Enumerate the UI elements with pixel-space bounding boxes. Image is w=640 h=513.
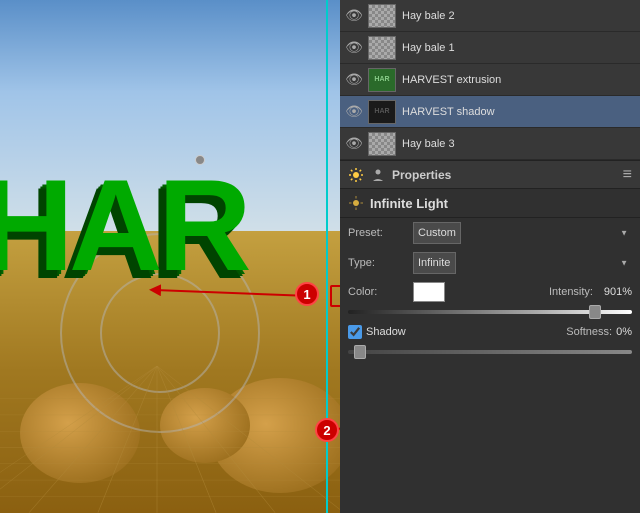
properties-title-row: Properties — [348, 167, 451, 183]
preset-row: Preset: Custom — [340, 218, 640, 248]
layer-row-haybale1[interactable]: 👁 Hay bale 1 — [340, 32, 640, 64]
color-row: Color: Intensity: 901% — [340, 278, 640, 306]
infinite-light-label: Infinite Light — [370, 196, 448, 211]
layer-row-haybale2[interactable]: 👁 Hay bale 2 — [340, 0, 640, 32]
layer-name-harvest-extrusion: HARVEST extrusion — [402, 74, 501, 86]
intensity-slider-row — [340, 306, 640, 318]
right-panel: 👁 Hay bale 2 👁 Hay bale 1 👁 HAR HARVEST … — [340, 0, 640, 513]
layer-visibility-harvest-extrusion[interactable]: 👁 — [344, 70, 364, 90]
layer-visibility-haybale1[interactable]: 👁 — [344, 38, 364, 58]
preset-label: Preset: — [348, 227, 413, 239]
layer-thumb-haybale1 — [368, 36, 396, 60]
ground-grid — [0, 366, 340, 513]
type-label: Type: — [348, 257, 413, 269]
infinite-light-title: Infinite Light — [340, 189, 640, 218]
layer-thumb-harvest-shadow: HAR — [368, 100, 396, 124]
layer-name-haybale3: Hay bale 3 — [402, 138, 455, 150]
person-icon — [370, 167, 386, 183]
sun-icon — [348, 167, 364, 183]
main-container: HAR 1 2 — [0, 0, 640, 513]
color-label: Color: — [348, 286, 413, 298]
intensity-slider-thumb[interactable] — [589, 305, 601, 319]
properties-header: Properties ≡ — [340, 161, 640, 189]
softness-row: Softness: 0% — [566, 326, 632, 338]
type-row: Type: Infinite — [340, 248, 640, 278]
softness-slider-row — [340, 346, 640, 358]
layer-name-haybale2: Hay bale 2 — [402, 10, 455, 22]
annotation-badge-1: 1 — [295, 282, 319, 306]
layer-row-harvest-shadow[interactable]: 👁 HAR HARVEST shadow — [340, 96, 640, 128]
intensity-label: Intensity: — [549, 286, 593, 298]
canvas-3d-text: HAR — [0, 150, 247, 300]
layer-visibility-harvest-shadow[interactable]: 👁 — [344, 102, 364, 122]
layers-panel: 👁 Hay bale 2 👁 Hay bale 1 👁 HAR HARVEST … — [340, 0, 640, 160]
shadow-highlight-box — [330, 285, 340, 307]
type-select-wrapper: Infinite — [413, 252, 632, 274]
softness-value: 0% — [616, 326, 632, 338]
shadow-label-text: Shadow — [366, 326, 406, 338]
intensity-value: 901% — [597, 286, 632, 298]
softness-slider-thumb[interactable] — [354, 345, 366, 359]
shadow-checkbox-label[interactable]: Shadow — [348, 325, 406, 339]
type-select[interactable]: Infinite — [413, 252, 456, 274]
properties-panel: Properties ≡ Infinite Light — [340, 160, 640, 513]
layer-thumb-haybale3 — [368, 132, 396, 156]
layer-visibility-haybale3[interactable]: 👁 — [344, 134, 364, 154]
layer-visibility-haybale2[interactable]: 👁 — [344, 6, 364, 26]
layer-name-haybale1: Hay bale 1 — [402, 42, 455, 54]
shadow-row: Shadow Softness: 0% — [340, 318, 640, 346]
softness-slider-track[interactable] — [348, 350, 632, 354]
preset-select[interactable]: Custom — [413, 222, 461, 244]
layer-thumb-harvest-extrusion: HAR — [368, 68, 396, 92]
shadow-checkbox[interactable] — [348, 325, 362, 339]
intensity-slider-track[interactable] — [348, 310, 632, 314]
preset-select-wrapper: Custom — [413, 222, 632, 244]
properties-menu-icon[interactable]: ≡ — [623, 166, 632, 184]
light-handle[interactable] — [195, 155, 205, 165]
annotation-badge-2: 2 — [315, 418, 339, 442]
layer-row-harvest-extrusion[interactable]: 👁 HAR HARVEST extrusion — [340, 64, 640, 96]
layer-row-haybale3[interactable]: 👁 Hay bale 3 — [340, 128, 640, 160]
softness-label: Softness: — [566, 326, 612, 338]
layer-name-harvest-shadow: HARVEST shadow — [402, 106, 495, 118]
properties-title-label: Properties — [392, 168, 451, 182]
canvas-area: HAR 1 2 — [0, 0, 340, 513]
color-swatch[interactable] — [413, 282, 445, 302]
layer-thumb-haybale2 — [368, 4, 396, 28]
light-source-icon — [348, 195, 364, 211]
